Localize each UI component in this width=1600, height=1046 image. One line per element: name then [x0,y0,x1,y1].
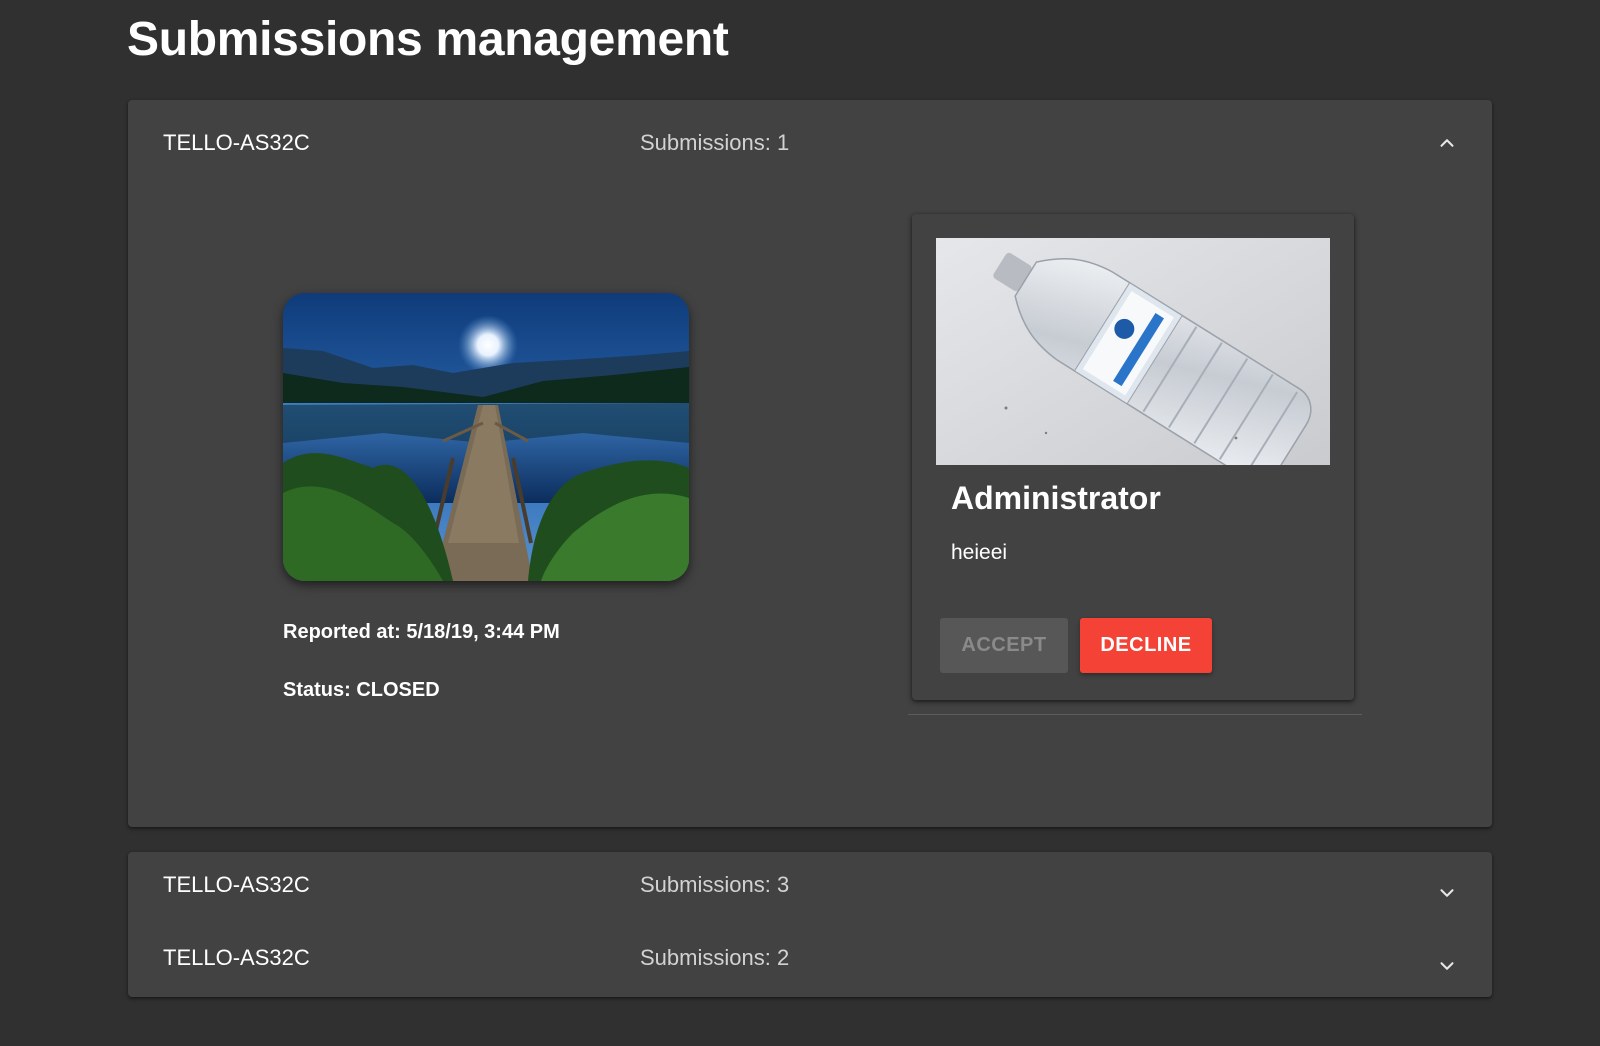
chevron-down-icon[interactable] [1436,955,1458,977]
expansion-panel-group: TELLO-AS32C Submissions: 3 TELLO-AS32C S… [128,852,1492,997]
report-image [283,293,689,581]
chevron-up-icon[interactable] [1436,132,1458,154]
chevron-down-icon[interactable] [1436,882,1458,904]
submission-image [936,238,1330,465]
submissions-count: Submissions: 3 [640,872,790,897]
page-title: Submissions management [127,13,729,66]
decline-button[interactable]: DECLINE [1080,618,1212,673]
panel-header[interactable]: TELLO-AS32C Submissions: 1 [128,112,1492,172]
accept-button[interactable]: ACCEPT [940,618,1068,673]
reported-at: Reported at: 5/18/19, 3:44 PM [283,621,560,643]
submissions-count: Submissions: 1 [640,130,790,155]
submission-author: Administrator [951,480,1161,516]
divider [908,714,1362,715]
report-status: Status: CLOSED [283,679,440,701]
submissions-count: Submissions: 2 [640,945,790,970]
device-id: TELLO-AS32C [163,130,310,155]
submission-card: Administrator heieei ACCEPT DECLINE [912,214,1354,700]
device-id: TELLO-AS32C [163,872,310,897]
panel-header-collapsed[interactable]: TELLO-AS32C Submissions: 2 [128,927,1492,987]
panel-header-collapsed[interactable]: TELLO-AS32C Submissions: 3 [128,854,1492,914]
submission-text: heieei [951,541,1008,564]
expansion-panel-expanded: TELLO-AS32C Submissions: 1 Reported at: … [128,100,1492,827]
device-id: TELLO-AS32C [163,945,310,970]
